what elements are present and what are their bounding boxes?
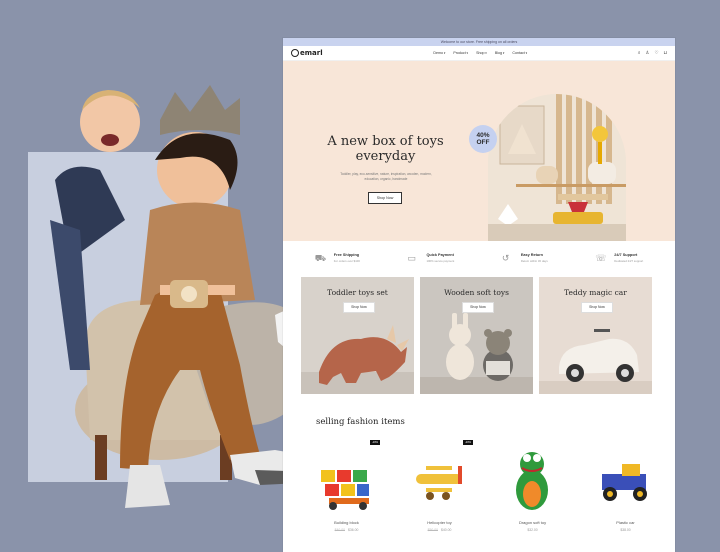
heart-icon[interactable]: ♡	[654, 50, 658, 56]
current-price: $38.00	[620, 528, 631, 532]
hero-shop-button[interactable]: Shop Now	[368, 192, 402, 204]
header-nav: emarl Demo Product Shop Blog Contact ⌕ ♙…	[283, 46, 675, 61]
product-image	[516, 452, 548, 510]
product-card[interactable]: Dragon soft toy $32.00	[489, 440, 576, 540]
discount-badge: 40% OFF	[469, 125, 497, 153]
product-name[interactable]: Dragon soft toy	[489, 520, 576, 525]
discount-percent: 40%	[476, 132, 490, 139]
feature-title: Quick Payment	[426, 253, 454, 257]
current-price: $36.00	[348, 528, 359, 532]
category-card-toddler[interactable]: Toddler toys set Shop Now	[301, 277, 414, 394]
hero-image	[488, 94, 626, 241]
product-price: $50.00 $40.00	[396, 528, 483, 532]
logo-text: emarl	[300, 49, 323, 57]
announcement-bar: Welcome to our store. Free shipping on a…	[283, 38, 675, 46]
product-price: $40.00 $36.00	[303, 528, 390, 532]
feature-subtitle: Dedicated 24/7 support	[614, 259, 644, 263]
product-grid: -10% Building block $40.00$36.00 -20% H	[303, 440, 669, 540]
category-title: Wooden soft toys	[444, 288, 509, 297]
product-card[interactable]: -20% Helicopter toy $50.00 $40.00	[396, 440, 483, 540]
search-icon[interactable]: ⌕	[638, 50, 641, 56]
hero-title: A new box of toys everyday	[327, 134, 444, 164]
sale-tag: -20%	[462, 440, 473, 445]
section-title: selling fashion items	[316, 417, 405, 427]
category-title: Teddy magic car	[564, 288, 627, 297]
hero-description: Toddler, play, eco-sensitive, nature, in…	[340, 172, 432, 181]
category-shop-button[interactable]: Shop Now	[343, 302, 375, 313]
menu-item-demo[interactable]: Demo	[433, 51, 445, 55]
discount-label: OFF	[476, 139, 490, 146]
hero-banner: A new box of toys everyday Toddler, play…	[283, 61, 675, 241]
category-shop-button[interactable]: Shop Now	[462, 302, 494, 313]
feature-subtitle: Return within 30 days	[520, 259, 548, 263]
product-price: $38.00	[582, 528, 669, 532]
category-title: Toddler toys set	[327, 288, 388, 297]
header-icons: ⌕ ♙ ♡ ⊔	[638, 50, 667, 56]
product-price: $32.00	[489, 528, 576, 532]
feature-title: Free Shipping	[333, 253, 360, 257]
feature-subtitle: 100% secure payment	[426, 259, 455, 263]
product-name[interactable]: Building block	[303, 520, 390, 525]
current-price: $32.00	[527, 528, 538, 532]
product-image	[602, 464, 647, 501]
category-shop-button[interactable]: Shop Now	[581, 302, 613, 313]
feature-subtitle: For orders over $100	[333, 259, 360, 263]
menu-item-product[interactable]: Product	[453, 51, 468, 55]
return-icon: ↺	[501, 253, 510, 263]
product-image	[321, 470, 369, 510]
menu-item-contact[interactable]: Contact	[512, 51, 527, 55]
feature-title: Easy Return	[520, 253, 543, 257]
old-price: $40.00	[334, 528, 345, 532]
logo-mark-icon	[291, 49, 299, 57]
category-card-teddy[interactable]: Teddy magic car Shop Now	[539, 277, 652, 394]
user-icon[interactable]: ♙	[645, 50, 649, 56]
cart-icon[interactable]: ⊔	[663, 50, 667, 56]
feature-title: 24/7 Support	[614, 253, 638, 257]
category-card-wooden[interactable]: Wooden soft toys Shop Now	[420, 277, 533, 394]
menu-item-shop[interactable]: Shop	[476, 51, 487, 55]
truck-icon: ⛟	[314, 253, 327, 263]
product-card[interactable]: -10% Building block $40.00 $36.00	[303, 440, 390, 540]
logo[interactable]: emarl	[291, 49, 323, 57]
sale-tag: -10%	[369, 440, 380, 445]
main-menu: Demo Product Shop Blog Contact	[433, 51, 527, 55]
current-price: $40.00	[441, 528, 452, 532]
product-name[interactable]: Plastic car	[582, 520, 669, 525]
old-price: $50.00	[427, 528, 438, 532]
product-image	[416, 466, 462, 500]
support-icon: ☏	[595, 253, 607, 263]
product-card[interactable]: Plastic car $38.00	[582, 440, 669, 540]
payment-icon: ▭	[407, 253, 416, 263]
menu-item-blog[interactable]: Blog	[495, 51, 505, 55]
website-preview: Welcome to our store. Free shipping on a…	[283, 38, 675, 552]
category-banners: Toddler toys set Shop Now Wooden soft to…	[301, 277, 652, 394]
product-name[interactable]: Helicopter toy	[396, 520, 483, 525]
